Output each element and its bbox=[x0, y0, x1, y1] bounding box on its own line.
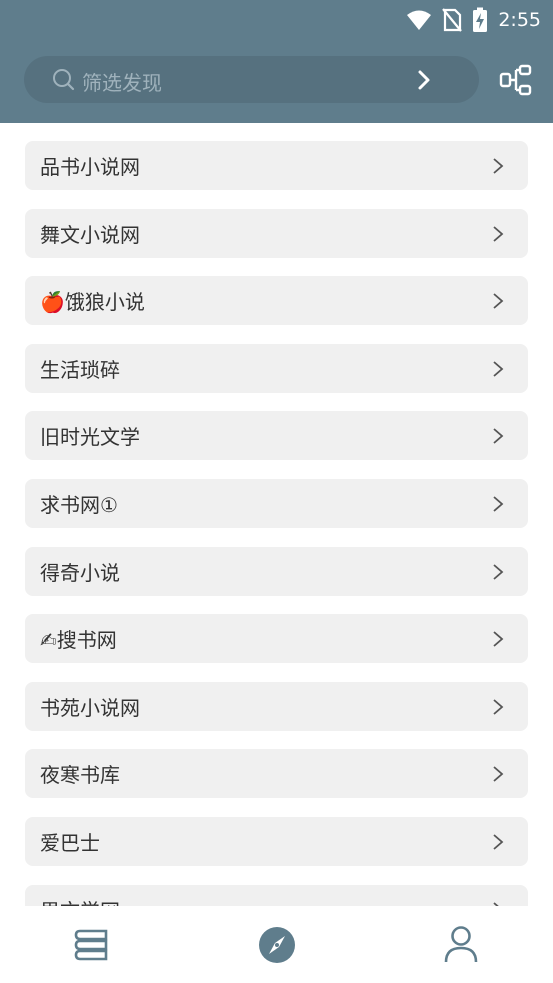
chevron-right-icon bbox=[493, 293, 504, 309]
chevron-right-icon bbox=[493, 361, 504, 377]
list-item-label: 🍎饿狼小说 bbox=[40, 290, 145, 314]
wifi-icon bbox=[407, 10, 432, 30]
bottom-navigation bbox=[0, 906, 553, 983]
list-item-label: 得奇小说 bbox=[40, 561, 120, 585]
battery-charging-icon bbox=[473, 7, 488, 32]
list-item[interactable]: ✍搜书网 bbox=[25, 614, 528, 663]
structure-icon[interactable] bbox=[499, 63, 533, 97]
chevron-right-icon bbox=[493, 834, 504, 850]
list-item-label: 舞文小说网 bbox=[40, 223, 140, 247]
list-item[interactable]: 旧时光文学 bbox=[25, 411, 528, 460]
list-item-label: 男文学网 bbox=[40, 895, 120, 906]
no-sim-icon bbox=[442, 8, 463, 32]
chevron-right-icon bbox=[493, 766, 504, 782]
status-bar: 2:55 bbox=[406, 6, 541, 34]
list-item[interactable]: 生活琐碎 bbox=[25, 344, 528, 393]
list-item-label: 生活琐碎 bbox=[40, 358, 120, 382]
chevron-right-icon[interactable] bbox=[413, 68, 435, 92]
list-item[interactable]: 书苑小说网 bbox=[25, 682, 528, 731]
chevron-right-icon bbox=[493, 158, 504, 174]
app-header: 2:55 筛选发现 bbox=[0, 0, 553, 123]
chevron-right-icon bbox=[493, 699, 504, 715]
list-item[interactable]: 得奇小说 bbox=[25, 547, 528, 596]
list-item-label: ✍搜书网 bbox=[40, 628, 117, 652]
user-icon[interactable] bbox=[441, 925, 481, 965]
list-item[interactable]: 🍎饿狼小说 bbox=[25, 276, 528, 325]
list-item-label: 爱巴士 bbox=[40, 831, 100, 855]
search-bar[interactable]: 筛选发现 bbox=[24, 56, 479, 103]
chevron-right-icon bbox=[493, 564, 504, 580]
chevron-right-icon bbox=[493, 631, 504, 647]
chevron-right-icon bbox=[493, 496, 504, 512]
list-item-label: 书苑小说网 bbox=[40, 696, 140, 720]
list-item[interactable]: 夜寒书库 bbox=[25, 749, 528, 798]
chevron-right-icon bbox=[493, 226, 504, 242]
list-item[interactable]: 爱巴士 bbox=[25, 817, 528, 866]
list-item-label: 求书网① bbox=[40, 493, 118, 517]
list-item-label: 夜寒书库 bbox=[40, 763, 120, 787]
compass-icon[interactable] bbox=[257, 925, 297, 965]
list-item-label: 旧时光文学 bbox=[40, 425, 140, 449]
list-item-label: 品书小说网 bbox=[40, 155, 140, 179]
status-time: 2:55 bbox=[498, 9, 541, 31]
chevron-right-icon bbox=[493, 428, 504, 444]
search-input[interactable]: 筛选发现 bbox=[82, 67, 162, 96]
list-item[interactable]: 品书小说网 bbox=[25, 141, 528, 190]
search-icon bbox=[53, 69, 75, 91]
source-list[interactable]: 品书小说网 舞文小说网 🍎饿狼小说 生活琐碎 旧时光文学 求书网① 得奇小说 ✍… bbox=[0, 123, 553, 906]
list-item[interactable]: 舞文小说网 bbox=[25, 209, 528, 258]
list-item[interactable]: 男文学网 bbox=[25, 885, 528, 906]
bookshelf-icon[interactable] bbox=[72, 925, 112, 965]
list-item[interactable]: 求书网① bbox=[25, 479, 528, 528]
